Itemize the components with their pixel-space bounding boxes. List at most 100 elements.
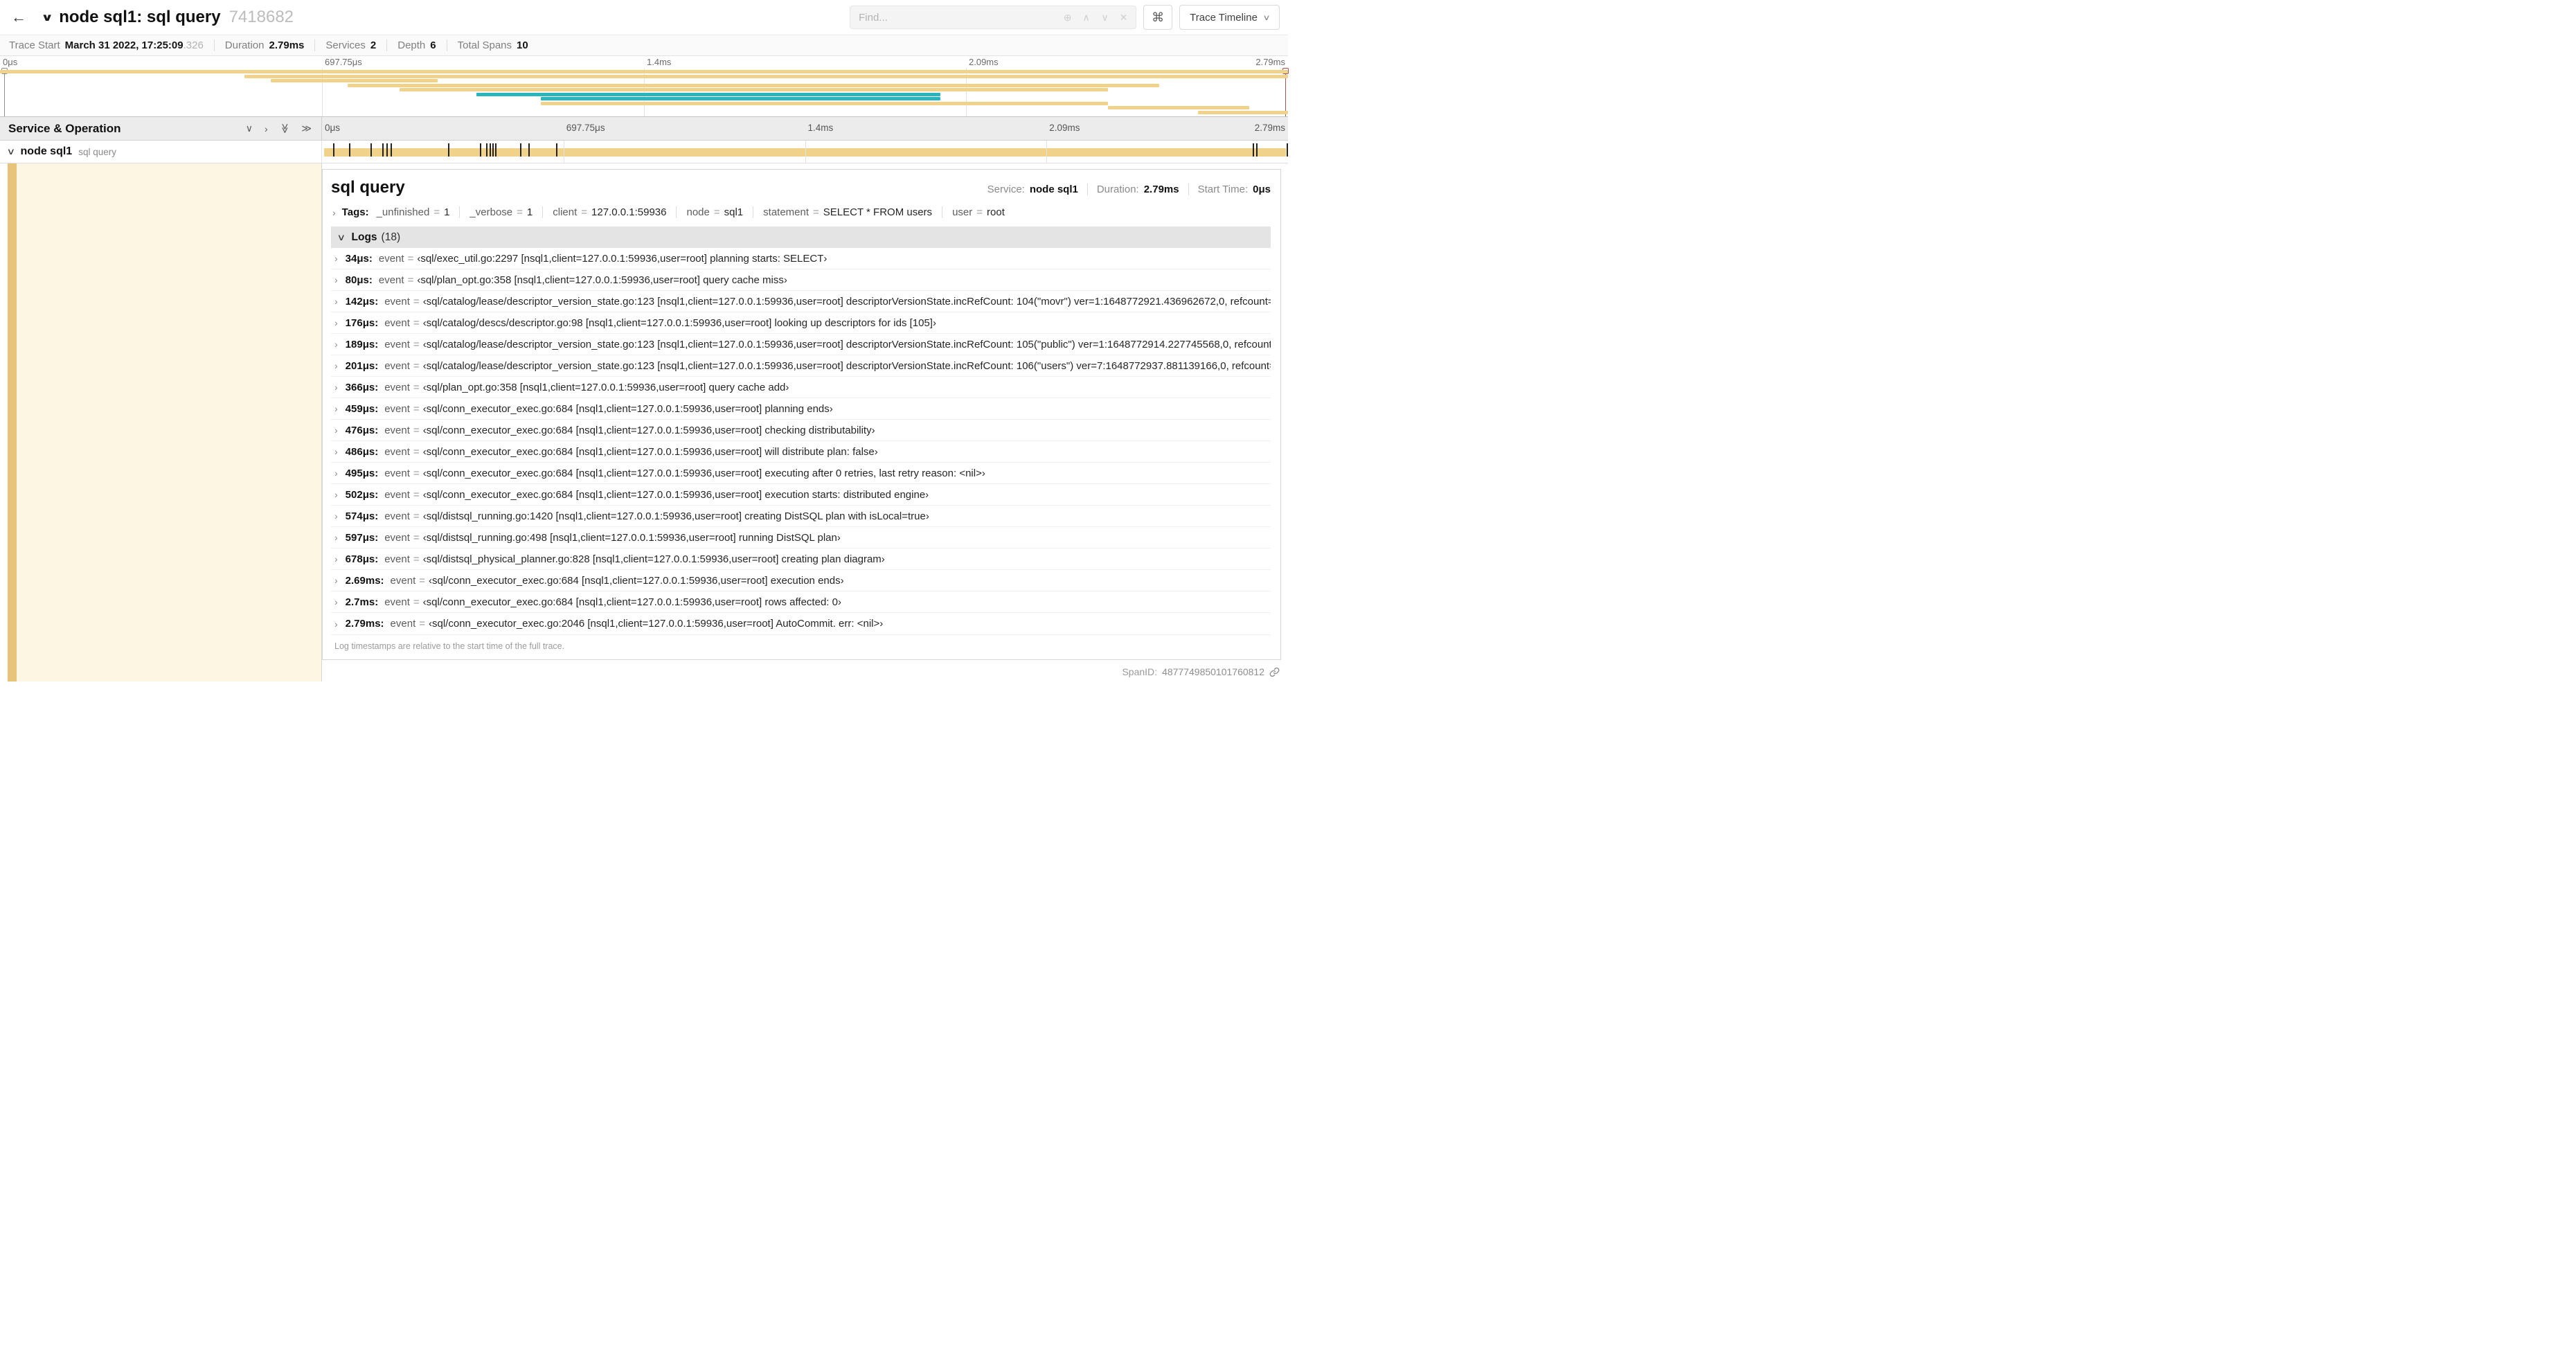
link-icon[interactable] <box>1269 667 1280 677</box>
log-timestamp: 189μs: <box>345 338 379 350</box>
chevron-right-icon: › <box>334 296 338 307</box>
log-field-value: ‹sql/conn_executor_exec.go:684 [nsql1,cl… <box>429 574 844 587</box>
tag-value: sql1 <box>724 206 744 218</box>
log-field-key: event <box>390 618 416 630</box>
log-row[interactable]: › 502μs: event = ‹sql/conn_executor_exec… <box>331 484 1271 506</box>
log-row[interactable]: › 597μs: event = ‹sql/distsql_running.go… <box>331 527 1271 549</box>
chevron-right-icon: › <box>332 206 336 218</box>
minimap-left-scrubber[interactable] <box>1 68 8 116</box>
log-row[interactable]: › 2.69ms: event = ‹sql/conn_executor_exe… <box>331 570 1271 591</box>
logs-accordion-header[interactable]: ∨ Logs (18) <box>331 226 1271 248</box>
equals-sign: = <box>419 574 426 587</box>
log-field-key: event <box>390 574 416 587</box>
log-field-value: ‹sql/catalog/lease/descriptor_version_st… <box>422 359 1271 372</box>
collapse-one-icon[interactable]: ∨ <box>246 123 253 134</box>
log-field-value: ‹sql/conn_executor_exec.go:684 [nsql1,cl… <box>422 445 878 458</box>
timeline-header-buttons: ∨ › ≫ ≫ <box>246 123 312 134</box>
log-field-value: ‹sql/conn_executor_exec.go:684 [nsql1,cl… <box>422 488 929 501</box>
collapse-all-icon[interactable]: ≫ <box>279 123 291 134</box>
trace-minimap[interactable]: 0μs 697.75μs 1.4ms 2.09ms 2.79ms <box>0 56 1289 117</box>
summary-item: Trace Start March 31 2022, 17:25:09 .326 <box>9 39 204 51</box>
span-row-timeline[interactable] <box>322 141 1288 163</box>
focus-match-button[interactable]: ⊕ <box>1058 6 1077 28</box>
ruler-tick-label: 2.79ms <box>1254 123 1285 133</box>
log-tick-mark <box>333 143 335 157</box>
chevron-right-icon: › <box>334 467 338 479</box>
ruler-tick-label: 2.09ms <box>969 57 999 67</box>
equals-sign: = <box>413 402 420 415</box>
log-field-value: ‹sql/conn_executor_exec.go:684 [nsql1,cl… <box>422 424 875 436</box>
log-field-value: ‹sql/conn_executor_exec.go:684 [nsql1,cl… <box>422 596 841 608</box>
log-row[interactable]: › 495μs: event = ‹sql/conn_executor_exec… <box>331 463 1271 484</box>
minimap-canvas[interactable] <box>0 68 1289 116</box>
span-detail-title: sql query <box>331 178 405 197</box>
chevron-right-icon: › <box>334 274 338 285</box>
log-row[interactable]: › 189μs: event = ‹sql/catalog/lease/desc… <box>331 334 1271 355</box>
chevron-right-icon: › <box>334 596 338 607</box>
expand-one-icon[interactable]: › <box>265 123 268 134</box>
span-row-label[interactable]: ∨ node sql1 sql query <box>0 141 322 163</box>
minimap-span-bar <box>541 97 940 100</box>
back-arrow-icon: ← <box>11 8 26 26</box>
summary-item-label: Total Spans <box>457 39 512 51</box>
log-row[interactable]: › 201μs: event = ‹sql/catalog/lease/desc… <box>331 355 1271 377</box>
log-row[interactable]: › 2.7ms: event = ‹sql/conn_executor_exec… <box>331 591 1271 613</box>
ruler-tick-label: 0μs <box>325 123 341 133</box>
find-next-button[interactable]: ∨ <box>1095 6 1114 28</box>
summary-item: Services 2 <box>314 39 376 51</box>
log-row[interactable]: › 678μs: event = ‹sql/distsql_physical_p… <box>331 549 1271 570</box>
log-row[interactable]: › 80μs: event = ‹sql/plan_opt.go:358 [ns… <box>331 269 1271 291</box>
log-row[interactable]: › 486μs: event = ‹sql/conn_executor_exec… <box>331 441 1271 463</box>
chevron-right-icon: › <box>334 317 338 328</box>
timeline-ruler: 0μs 697.75μs 1.4ms 2.09ms 2.79ms <box>322 117 1288 140</box>
expand-all-icon[interactable]: ≫ <box>301 123 312 134</box>
find-prev-button[interactable]: ∧ <box>1077 6 1095 28</box>
log-tick-mark <box>528 143 530 157</box>
log-row[interactable]: › 142μs: event = ‹sql/catalog/lease/desc… <box>331 291 1271 312</box>
span-id-row: SpanID: 4877749850101760812 <box>322 660 1281 677</box>
trace-view-dropdown[interactable]: Trace Timeline ∨ <box>1179 5 1280 30</box>
collapse-trace-icon[interactable]: ∨ <box>41 11 53 24</box>
ruler-tick-label: 0μs <box>3 57 18 67</box>
log-field-value: ‹sql/distsql_physical_planner.go:828 [ns… <box>422 553 885 565</box>
chevron-down-icon: ∨ <box>1262 13 1271 22</box>
minimap-span-bar <box>244 74 1288 78</box>
log-row[interactable]: › 34μs: event = ‹sql/exec_util.go:2297 [… <box>331 248 1271 269</box>
log-tick-mark <box>1286 143 1288 157</box>
minimap-span-bar <box>0 70 1288 73</box>
summary-item-value: 2 <box>370 39 377 51</box>
trace-id: 7418682 <box>229 8 294 26</box>
tag-item: client = 127.0.0.1:59936 <box>542 206 666 218</box>
log-field-value: ‹sql/catalog/lease/descriptor_version_st… <box>422 338 1271 350</box>
clear-find-button[interactable]: ✕ <box>1114 6 1133 28</box>
tag-key: node <box>686 206 710 218</box>
span-row[interactable]: ∨ node sql1 sql query <box>0 141 1288 163</box>
log-timestamp: 597μs: <box>345 531 379 544</box>
log-row[interactable]: › 476μs: event = ‹sql/conn_executor_exec… <box>331 420 1271 441</box>
summary-item-value: 2.79ms <box>269 39 305 51</box>
log-row[interactable]: › 366μs: event = ‹sql/plan_opt.go:358 [n… <box>331 377 1271 398</box>
detail-meta-label: Start Time: <box>1197 184 1249 195</box>
log-timestamp: 80μs: <box>345 274 373 286</box>
equals-sign: = <box>413 338 420 350</box>
detail-meta-item: Duration: 2.79ms <box>1086 184 1179 195</box>
equals-sign: = <box>713 206 720 218</box>
log-row[interactable]: › 2.79ms: event = ‹sql/conn_executor_exe… <box>331 613 1271 634</box>
back-button[interactable]: ← <box>0 0 37 35</box>
span-detail-left-fill <box>17 163 321 682</box>
log-field-value: ‹sql/conn_executor_exec.go:2046 [nsql1,c… <box>429 618 884 630</box>
tag-item: node = sql1 <box>676 206 743 218</box>
tags-accordion[interactable]: › Tags: _unfinished = 1 _verbose = 1 cli… <box>331 206 1271 218</box>
tag-value: SELECT * FROM users <box>823 206 933 218</box>
log-row[interactable]: › 459μs: event = ‹sql/conn_executor_exec… <box>331 398 1271 420</box>
equals-sign: = <box>419 618 426 630</box>
log-field-key: event <box>384 295 410 308</box>
log-row[interactable]: › 176μs: event = ‹sql/catalog/descs/desc… <box>331 312 1271 334</box>
keyboard-shortcuts-button[interactable]: ⌘ <box>1143 5 1173 30</box>
log-row[interactable]: › 574μs: event = ‹sql/distsql_running.go… <box>331 506 1271 527</box>
ruler-tick-label: 697.75μs <box>325 57 362 67</box>
log-timestamp: 2.79ms: <box>345 618 384 630</box>
detail-meta-value: node sql1 <box>1029 184 1078 195</box>
log-field-value: ‹sql/exec_util.go:2297 [nsql1,client=127… <box>417 252 828 265</box>
find-input[interactable] <box>850 6 1059 28</box>
